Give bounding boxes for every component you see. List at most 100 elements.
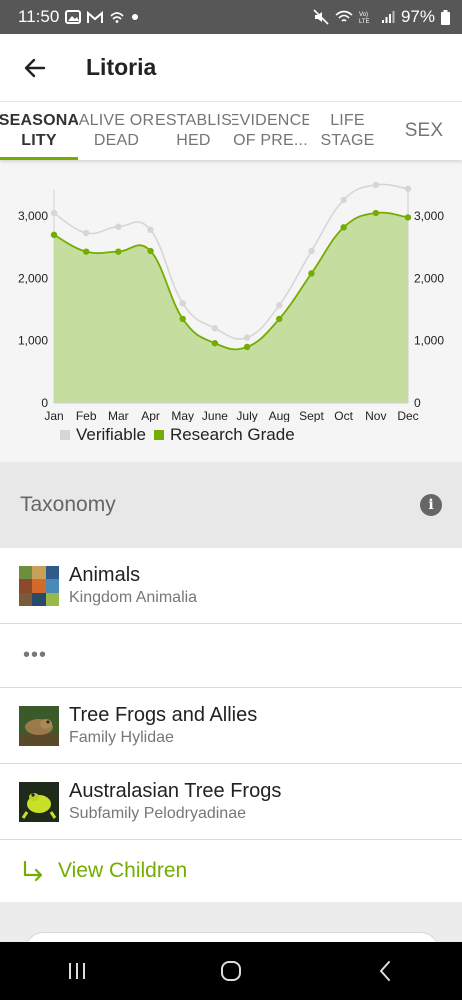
tab-sex[interactable]: SEX: [386, 102, 462, 160]
tab-life-stage[interactable]: LIFE STAGE: [309, 102, 386, 160]
y-tick-label-right: 1,000: [414, 334, 444, 348]
verifiable-point-june: [211, 325, 219, 332]
tab-seasonality[interactable]: SEASONA LITY: [0, 102, 78, 160]
research-grade-point-mar: [115, 248, 122, 255]
x-tick-label-july: July: [236, 409, 257, 422]
verifiable-point-nov: [372, 181, 380, 189]
chart-legend: Verifiable Research Grade: [60, 425, 303, 445]
seasonality-chart: 0 0 1,000 1,000 2,000 2,000 3,000 3,000 Jan Feb Ma…: [0, 160, 462, 462]
app-bar: Litoria: [0, 34, 462, 102]
view-children-label: View Children: [58, 859, 188, 882]
taxon-row-animals[interactable]: Animals Kingdom Animalia: [0, 548, 462, 624]
y-tick-label-left: 2,000: [18, 271, 48, 285]
x-tick-label-apr: Apr: [141, 409, 160, 422]
x-tick-label-feb: Feb: [76, 409, 97, 422]
recent-apps-icon: [69, 963, 85, 979]
x-tick-label-oct: Oct: [334, 409, 353, 422]
verifiable-point-may: [179, 300, 186, 307]
taxon-name: Animals: [69, 563, 141, 586]
research-grade-point-jan: [50, 231, 58, 239]
research-grade-point-nov: [372, 209, 380, 217]
research-grade-point-june: [211, 340, 219, 347]
brown-frog-thumbnail: [19, 705, 59, 746]
verifiable-point-mar: [115, 223, 122, 230]
tab-established[interactable]: ESTABLIS HED: [155, 102, 232, 160]
verifiable-point-aug: [276, 302, 283, 309]
clock: 11:50: [18, 7, 60, 26]
taxon-rank: Family Hylidae: [69, 728, 174, 746]
mute-icon: [313, 9, 329, 25]
legend-swatch-verifiable: [60, 430, 70, 440]
research-grade-point-sept: [308, 270, 315, 277]
y-tick-label-right: 3,000: [414, 209, 444, 223]
green-frog-thumbnail: [19, 781, 59, 822]
tab-alive-or-dead[interactable]: ALIVE OR DEAD: [78, 102, 155, 160]
x-tick-label-jan: Jan: [44, 409, 63, 422]
verifiable-point-sept: [308, 247, 315, 255]
taxon-name: Australasian Tree Frogs: [69, 779, 282, 802]
back-nav-button[interactable]: [345, 942, 425, 1000]
taxonomy-title: Taxonomy: [20, 493, 116, 516]
back-chevron-icon: [379, 961, 390, 981]
recent-apps-button[interactable]: [37, 942, 117, 1000]
gallery-icon: [65, 10, 82, 24]
research-grade-point-apr: [147, 247, 154, 255]
research-grade-point-aug: [276, 315, 283, 323]
svg-text:Vo): Vo): [359, 12, 368, 18]
tab-evidence-of-presence[interactable]: EVIDENCE OF PRE...: [232, 102, 309, 160]
taxon-rank: Subfamily Pelodryadinae: [69, 804, 246, 822]
y-tick-label-left: 0: [41, 396, 48, 410]
home-button[interactable]: [191, 942, 271, 1000]
info-icon[interactable]: i: [420, 494, 442, 516]
legend-item-verifiable[interactable]: Verifiable: [60, 425, 146, 445]
research-grade-point-feb: [82, 248, 90, 255]
battery-icon: [441, 9, 450, 25]
taxon-row-pelodryadinae[interactable]: Australasian Tree Frogs Subfamily Pelodr…: [0, 764, 462, 840]
bottom-section: [0, 902, 462, 942]
subdirectory-arrow-icon: [23, 860, 43, 882]
signal-icon: [381, 10, 395, 24]
research-grade-area: [54, 212, 408, 403]
view-children-button[interactable]: View Children: [0, 840, 462, 902]
verifiable-point-feb: [82, 229, 90, 237]
legend-item-research-grade[interactable]: Research Grade: [153, 425, 295, 445]
y-tick-label-left: 3,000: [18, 209, 48, 223]
bottom-card[interactable]: [24, 932, 440, 942]
verifiable-point-jan: [50, 209, 58, 217]
legend-label-verifiable: Verifiable: [76, 425, 146, 444]
volte-icon: Vo) LTE: [359, 10, 375, 24]
verifiable-point-july: [243, 334, 251, 341]
x-tick-label-nov: Nov: [365, 409, 386, 422]
back-button[interactable]: [0, 34, 70, 102]
x-tick-label-aug: Aug: [269, 409, 290, 422]
legend-label-research-grade: Research Grade: [169, 425, 295, 444]
x-tick-label-sept: Sept: [299, 409, 324, 422]
back-arrow-icon: [24, 58, 46, 77]
taxon-name: Tree Frogs and Allies: [69, 703, 258, 726]
research-grade-point-dec: [404, 214, 412, 221]
x-tick-label-mar: Mar: [108, 409, 129, 422]
y-tick-label-left: 1,000: [18, 334, 48, 348]
page-title: Litoria: [86, 54, 157, 80]
battery-percent: 97%: [400, 7, 435, 26]
verifiable-point-oct: [340, 196, 347, 204]
notification-dot-icon: [131, 13, 139, 21]
x-tick-label-may: May: [171, 409, 194, 422]
taxon-rank: Kingdom Animalia: [69, 588, 198, 606]
x-tick-label-june: June: [202, 409, 228, 422]
x-tick-label-dec: Dec: [397, 409, 418, 422]
more-ancestors-button[interactable]: •••: [0, 624, 462, 688]
tab-bar: SEASONA LITY ALIVE OR DEAD ESTABLIS HED …: [0, 102, 462, 160]
system-nav-bar: [0, 942, 462, 1000]
research-grade-point-may: [179, 315, 186, 323]
gmail-icon: [87, 10, 104, 24]
wifi-icon: [335, 10, 353, 24]
taxon-row-hylidae[interactable]: Tree Frogs and Allies Family Hylidae: [0, 688, 462, 764]
cast-icon: [109, 11, 125, 23]
animals-thumbnail: [19, 565, 59, 606]
home-icon: [221, 961, 241, 981]
chart-svg: 0 0 1,000 1,000 2,000 2,000 3,000 3,000 Jan Feb Ma…: [18, 181, 444, 422]
status-bar: 11:50 Vo) LTE 97%: [0, 0, 462, 34]
verifiable-point-dec: [404, 185, 412, 192]
taxonomy-list: Animals Kingdom Animalia ••• Tree Frogs …: [0, 548, 462, 902]
